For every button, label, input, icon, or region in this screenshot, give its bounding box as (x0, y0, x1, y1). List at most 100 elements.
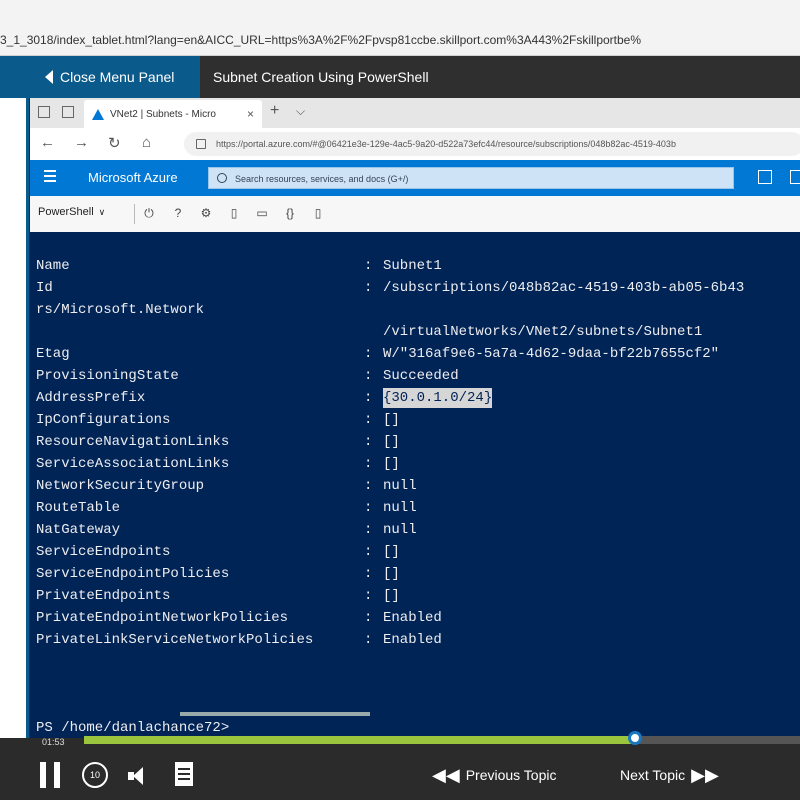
fast-forward-icon: ▶▶ (691, 764, 719, 785)
close-menu-panel-button[interactable]: Close Menu Panel (0, 56, 200, 98)
progress-bar[interactable] (84, 731, 800, 745)
pause-icon[interactable] (40, 762, 62, 788)
terminal-colon: : (364, 390, 373, 406)
terminal-key: PrivateEndpoints (36, 588, 171, 604)
tab-actions-icon[interactable] (38, 106, 50, 118)
powershell-terminal[interactable]: Name: Subnet1 Id: /subscriptions/048b82ac-4… (30, 232, 800, 738)
terminal-value: [] (383, 434, 400, 450)
terminal-key: Name (36, 258, 70, 274)
home-icon[interactable]: ⌂ (142, 134, 151, 151)
upload-icon[interactable]: ▯ (227, 206, 241, 220)
caret-left-icon (45, 70, 53, 84)
terminal-key: ServiceEndpoints (36, 544, 171, 560)
next-topic-label: Next Topic (620, 767, 686, 783)
terminal-colon: : (364, 610, 373, 626)
terminal-prompt[interactable]: PS /home/danlachance72> (36, 718, 229, 738)
terminal-key: PrivateEndpointNetworkPolicies (36, 610, 289, 626)
volume-icon[interactable] (128, 766, 152, 786)
chevron-down-icon: ∨ (98, 207, 106, 217)
terminal-value: Subnet1 (383, 258, 442, 274)
toolbar-divider (134, 204, 135, 224)
terminal-colon: : (364, 456, 373, 472)
terminal-key: IpConfigurations (36, 412, 171, 428)
terminal-colon: : (364, 632, 373, 648)
braces-icon[interactable]: {} (283, 206, 297, 220)
search-placeholder: Search resources, services, and docs (G+… (235, 174, 409, 184)
progress-fill (84, 736, 636, 744)
terminal-value: [] (383, 588, 400, 604)
terminal-colon: : (364, 522, 373, 538)
outer-address-bar[interactable]: 3_1_3018/index_tablet.html?lang=en&AICC_… (0, 0, 800, 56)
chevron-down-icon[interactable]: ⌵ (296, 104, 305, 119)
terminal-colon: : (364, 588, 373, 604)
terminal-key: PrivateLinkServiceNetworkPolicies (36, 632, 314, 648)
terminal-colon: : (364, 566, 373, 582)
terminal-key: NatGateway (36, 522, 121, 538)
refresh-icon[interactable]: ↻ (108, 134, 121, 152)
cloud-shell-toolbar: PowerShell ∨ ⏻ ? ⚙ ▯ ▭ {} ▯ (30, 196, 800, 233)
terminal-value: null (383, 500, 417, 516)
inner-browser-window: VNet2 | Subnets - Micro × + ⌵ ← → ↻ ⌂ ht… (30, 98, 800, 738)
elapsed-time: 01:53 (42, 737, 65, 747)
terminal-key: ProvisioningState (36, 368, 179, 384)
terminal-key: ServiceAssociationLinks (36, 456, 230, 472)
outer-url-text[interactable]: 3_1_3018/index_tablet.html?lang=en&AICC_… (0, 33, 800, 49)
terminal-colon: : (364, 280, 373, 296)
shell-type-select[interactable]: PowerShell ∨ (38, 206, 105, 218)
terminal-colon: : (364, 258, 373, 274)
previous-topic-label: Previous Topic (465, 767, 557, 783)
azure-search-input[interactable]: Search resources, services, and docs (G+… (208, 167, 734, 189)
rewind-icon: ◀◀ (432, 764, 460, 785)
back-icon[interactable]: ← (40, 134, 55, 151)
navigation-bar: ← → ↻ ⌂ https://portal.azure.com/#@06421… (30, 128, 800, 161)
address-text: https://portal.azure.com/#@06421e3e-129e… (216, 139, 676, 149)
browser-tab[interactable]: VNet2 | Subnets - Micro × (84, 100, 262, 128)
terminal-colon: : (364, 346, 373, 362)
azure-top-bar: Microsoft Azure Search resources, servic… (30, 160, 800, 196)
terminal-value: Enabled (383, 632, 442, 648)
azure-brand[interactable]: Microsoft Azure (88, 160, 178, 196)
terminal-value: W/"316af9e6-5a7a-4d62-9daa-bf22b7655cf2" (383, 346, 720, 362)
close-menu-label: Close Menu Panel (60, 69, 175, 85)
hamburger-menu-icon[interactable] (44, 170, 56, 182)
terminal-colon: : (364, 434, 373, 450)
preview-icon[interactable]: ▯ (311, 206, 325, 220)
folder-icon[interactable]: ▭ (255, 206, 269, 220)
help-icon[interactable]: ? (171, 206, 185, 220)
terminal-colon: : (364, 478, 373, 494)
menu-panel (0, 98, 29, 738)
progress-handle[interactable] (628, 731, 643, 745)
terminal-value: /subscriptions/048b82ac-4519-403b-ab05-6… (383, 280, 745, 296)
settings-icon[interactable]: ⚙ (199, 206, 213, 220)
course-title: Subnet Creation Using PowerShell (213, 69, 429, 85)
azure-logo-icon (92, 108, 104, 120)
horizontal-scrollbar[interactable] (180, 712, 370, 716)
forward-icon[interactable]: → (74, 134, 89, 151)
tab-title: VNet2 | Subnets - Micro (110, 108, 216, 120)
terminal-key: Etag (36, 346, 70, 362)
terminal-value: {30.0.1.0/24} (383, 388, 493, 408)
directory-filter-icon[interactable] (790, 170, 800, 184)
terminal-key: RouteTable (36, 500, 121, 516)
terminal-key: ServiceEndpointPolicies (36, 566, 230, 582)
terminal-key: NetworkSecurityGroup (36, 478, 205, 494)
next-topic-button[interactable]: Next Topic ▶▶ (620, 762, 725, 788)
terminal-colon: : (364, 412, 373, 428)
tab-list-icon[interactable] (62, 106, 74, 118)
power-icon[interactable]: ⏻ (142, 206, 156, 221)
terminal-value: [] (383, 412, 400, 428)
shell-type-value: PowerShell (38, 206, 94, 218)
terminal-value: null (383, 522, 417, 538)
terminal-value: null (383, 478, 417, 494)
terminal-value: [] (383, 544, 400, 560)
terminal-value: [] (383, 566, 400, 582)
transcript-icon[interactable] (175, 762, 193, 786)
address-bar[interactable]: https://portal.azure.com/#@06421e3e-129e… (184, 132, 800, 156)
course-header: Close Menu Panel Subnet Creation Using P… (0, 56, 800, 98)
new-tab-button[interactable]: + (270, 102, 279, 120)
replay-10-icon[interactable]: 10 (82, 762, 108, 788)
close-tab-icon[interactable]: × (247, 107, 254, 121)
previous-topic-button[interactable]: ◀◀ Previous Topic (426, 762, 556, 788)
terminal-key: AddressPrefix (36, 390, 146, 406)
cloud-shell-icon[interactable] (758, 170, 772, 184)
